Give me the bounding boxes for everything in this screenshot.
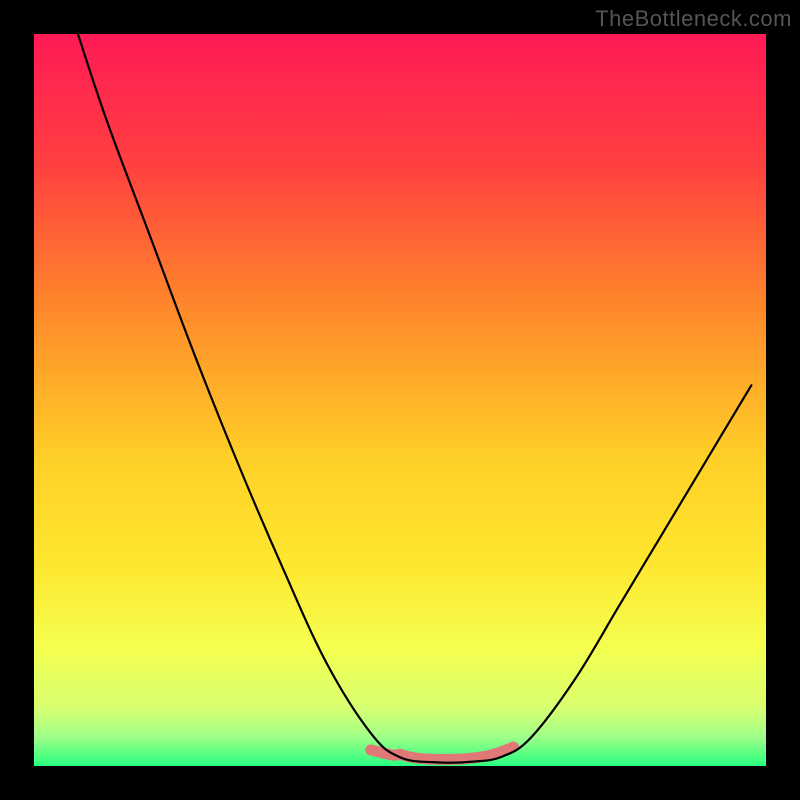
gradient-background [34, 34, 766, 766]
chart-svg [34, 34, 766, 766]
bottleneck-chart [34, 34, 766, 766]
watermark-label: TheBottleneck.com [595, 6, 792, 32]
